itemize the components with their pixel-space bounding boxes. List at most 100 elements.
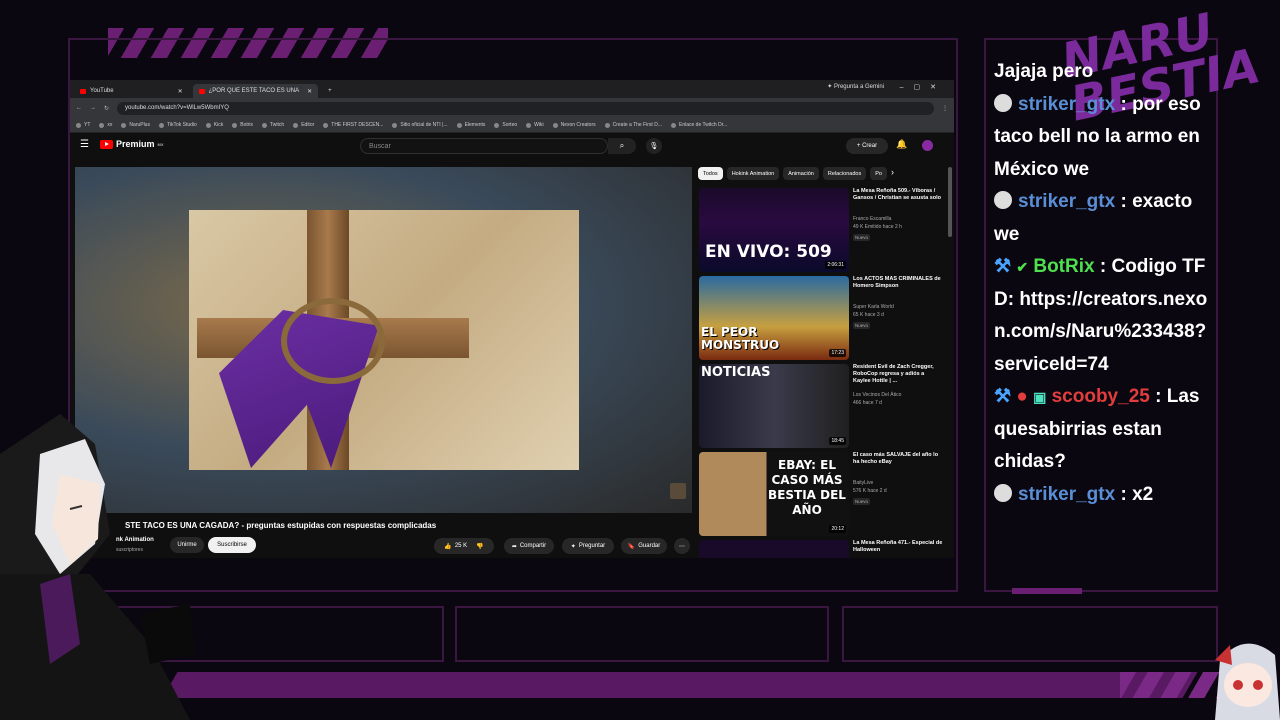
bookmark-item[interactable]: NaruPlus bbox=[121, 122, 150, 128]
recommendation-title[interactable]: Resident Evil de Zach Cregger, RoboCop r… bbox=[853, 364, 943, 385]
search-button[interactable]: ⌕ bbox=[608, 138, 636, 154]
bookmark-item[interactable]: Sorteo bbox=[494, 122, 517, 128]
forward-icon[interactable]: → bbox=[90, 105, 96, 111]
chip-related[interactable]: Relacionados bbox=[822, 167, 867, 180]
recommendation-item[interactable]: EN VIVO: 509 2:06:31 La Mesa Reñoña 509.… bbox=[699, 188, 949, 272]
chip-all[interactable]: Todos bbox=[698, 167, 723, 180]
recommendation-meta: 576 K hace 2 d bbox=[853, 488, 887, 494]
new-badge: Nuevo bbox=[853, 498, 871, 505]
bookmark-item[interactable]: Create a The First D... bbox=[604, 122, 662, 128]
url-input[interactable]: youtube.com/watch?v=WlLw5WbmIYQ bbox=[117, 101, 934, 115]
sparkle-icon: ✦ bbox=[570, 543, 576, 550]
create-button[interactable]: + Crear bbox=[846, 138, 888, 154]
youtube-logo[interactable]: Premium MX bbox=[100, 139, 164, 149]
bookmark-item[interactable]: xx bbox=[99, 122, 112, 128]
recommendation-channel[interactable]: BaityLive bbox=[853, 480, 873, 486]
chat-message: striker_gtx : x2 bbox=[994, 479, 1216, 512]
bookmark-item[interactable]: TikTok Studio bbox=[158, 122, 197, 128]
video-thumbnail[interactable]: EL PEOR MONSTRUO 17:23 bbox=[699, 276, 849, 360]
bookmark-item[interactable]: YT bbox=[76, 122, 90, 128]
bookmark-item[interactable]: Elements bbox=[456, 122, 485, 128]
chat-message: Jajaja pero bbox=[994, 61, 1094, 82]
youtube-header: ☰ Premium MX Buscar ⌕ 🎙 + Crear 🔔 bbox=[70, 133, 954, 159]
thumbs-up-icon: 👍 bbox=[444, 543, 452, 550]
chip-channel[interactable]: Hokink Animation bbox=[726, 167, 780, 180]
bottom-panel-middle bbox=[455, 606, 829, 662]
video-thumbnail[interactable]: NOTICIAS 18:45 bbox=[699, 364, 849, 448]
mic-button[interactable]: 🎙 bbox=[646, 138, 662, 154]
vtuber-character-left bbox=[0, 414, 195, 720]
bookmark-item[interactable]: Sitio oficial de NTI |... bbox=[392, 122, 448, 128]
tab-strip: YouTube ✕ ¿POR QUE ESTE TACO ES UNA ✕ + ✦ … bbox=[70, 80, 954, 98]
video-thumbnail[interactable]: EN VIVO: 509 2:06:31 bbox=[699, 188, 849, 272]
subscribe-button[interactable]: Suscribirse bbox=[208, 537, 256, 553]
bookmark-item[interactable]: Kick bbox=[205, 122, 223, 128]
new-badge: Nuevo bbox=[853, 322, 871, 329]
bell-icon[interactable]: 🔔 bbox=[896, 139, 907, 150]
filter-chips: Todos Hokink Animation Animación Relacio… bbox=[698, 167, 894, 180]
chevron-right-icon[interactable]: › bbox=[891, 167, 894, 180]
save-button[interactable]: 🔖 Guardar bbox=[621, 538, 667, 554]
video-thumbnail[interactable] bbox=[699, 540, 849, 558]
gift-badge-icon: ▣ bbox=[1033, 389, 1047, 405]
youtube-icon bbox=[198, 88, 205, 94]
chip-animation[interactable]: Animación bbox=[783, 167, 819, 180]
bookmark-item[interactable]: Nexon Creators bbox=[552, 122, 596, 128]
video-thumbnail[interactable]: EBAY: EL CASO MÁS BESTIA DEL AÑO 20:12 bbox=[699, 452, 849, 536]
extensions-icon[interactable]: ⋮ bbox=[942, 105, 948, 112]
address-bar: ← → ↻ youtube.com/watch?v=WlLw5WbmIYQ ⋮ bbox=[70, 98, 954, 118]
search-icon: ⌕ bbox=[619, 141, 625, 150]
menu-icon[interactable]: ☰ bbox=[80, 139, 89, 150]
chat-message: ⚒ ● ▣ scooby_25 : Las quesabirrias estan… bbox=[994, 386, 1200, 472]
chat-message: striker_gtx : exacto we bbox=[994, 191, 1193, 245]
recommendation-title[interactable]: El caso más SALVAJE del año lo ha hecho … bbox=[853, 452, 943, 466]
gemini-button[interactable]: ✦ Pregunta a Gemini bbox=[827, 83, 884, 90]
window-controls[interactable]: –▢✕ bbox=[900, 83, 946, 91]
recommendation-item[interactable]: EL PEOR MONSTRUO 17:23 Los ACTOS MAS CRI… bbox=[699, 276, 949, 360]
tab-youtube[interactable]: YouTube ✕ bbox=[74, 84, 189, 98]
moderator-badge-icon: ⚒ bbox=[994, 256, 1012, 277]
share-button[interactable]: ➦ Compartir bbox=[504, 538, 554, 554]
more-button[interactable]: ⋯ bbox=[674, 538, 690, 554]
recommendation-title[interactable]: La Mesa Reñoña 509.- Víboras / Gansos / … bbox=[853, 188, 943, 202]
avatar[interactable] bbox=[922, 140, 933, 151]
reload-icon[interactable]: ↻ bbox=[104, 105, 109, 112]
scrollbar[interactable] bbox=[948, 167, 952, 237]
close-icon[interactable]: ✕ bbox=[307, 88, 312, 95]
recommendation-title[interactable]: La Mesa Reñoña 471.- Especial de Hallowe… bbox=[853, 540, 943, 554]
bookmark-icon: 🔖 bbox=[627, 543, 636, 550]
tab-video[interactable]: ¿POR QUE ESTE TACO ES UNA ✕ bbox=[192, 84, 319, 98]
search-input[interactable]: Buscar bbox=[360, 138, 608, 154]
bottom-panel-right bbox=[842, 606, 1218, 662]
back-icon[interactable]: ← bbox=[76, 105, 82, 111]
chat-feed: Jajaja pero striker_gtx : por eso taco b… bbox=[994, 56, 1216, 511]
recommendation-meta: 49 K Emitido hace 2 h bbox=[853, 224, 902, 230]
recommendation-item[interactable]: La Mesa Reñoña 471.- Especial de Hallowe… bbox=[699, 540, 949, 558]
recommendation-channel[interactable]: Super Karla World bbox=[853, 304, 894, 310]
recommendation-item[interactable]: EBAY: EL CASO MÁS BESTIA DEL AÑO 20:12 E… bbox=[699, 452, 949, 536]
recommendation-meta: 65 K hace 3 d bbox=[853, 312, 884, 318]
bookmark-item[interactable]: Botrix bbox=[232, 122, 253, 128]
new-badge: Nuevo bbox=[853, 234, 871, 241]
recommendation-title[interactable]: Los ACTOS MAS CRIMINALES de Homero Simps… bbox=[853, 276, 943, 290]
user-avatar-icon bbox=[994, 483, 1012, 502]
bookmark-item[interactable]: Enlace de Twitch Dr... bbox=[670, 122, 727, 128]
bookmark-item[interactable]: Editor bbox=[293, 122, 314, 128]
bookmark-item[interactable]: Wiki bbox=[526, 122, 544, 128]
youtube-play-icon bbox=[100, 139, 113, 149]
like-button[interactable]: 👍 25 K 👎 bbox=[434, 538, 494, 554]
chip-more[interactable]: Po bbox=[870, 167, 887, 180]
close-icon[interactable]: ✕ bbox=[178, 88, 183, 95]
bookmark-item[interactable]: THE FIRST DESCEN... bbox=[323, 122, 383, 128]
recommendation-channel[interactable]: Franco Escamilla bbox=[853, 216, 891, 222]
bookmarks-bar: YT xx NaruPlus TikTok Studio Kick Botrix… bbox=[70, 118, 954, 133]
ask-button[interactable]: ✦ Preguntar bbox=[562, 538, 614, 554]
bookmark-item[interactable]: Twitch bbox=[262, 122, 284, 128]
recommendation-channel[interactable]: Los Vecinos Del Ático bbox=[853, 392, 901, 398]
vtuber-character-right bbox=[1215, 643, 1280, 720]
thumbs-down-icon[interactable]: 👎 bbox=[476, 543, 483, 550]
new-tab-button[interactable]: + bbox=[322, 84, 338, 98]
chat-bar-decoration bbox=[1012, 588, 1082, 594]
mic-icon: 🎙 bbox=[649, 143, 659, 150]
recommendation-item[interactable]: NOTICIAS 18:45 Resident Evil de Zach Cre… bbox=[699, 364, 949, 448]
